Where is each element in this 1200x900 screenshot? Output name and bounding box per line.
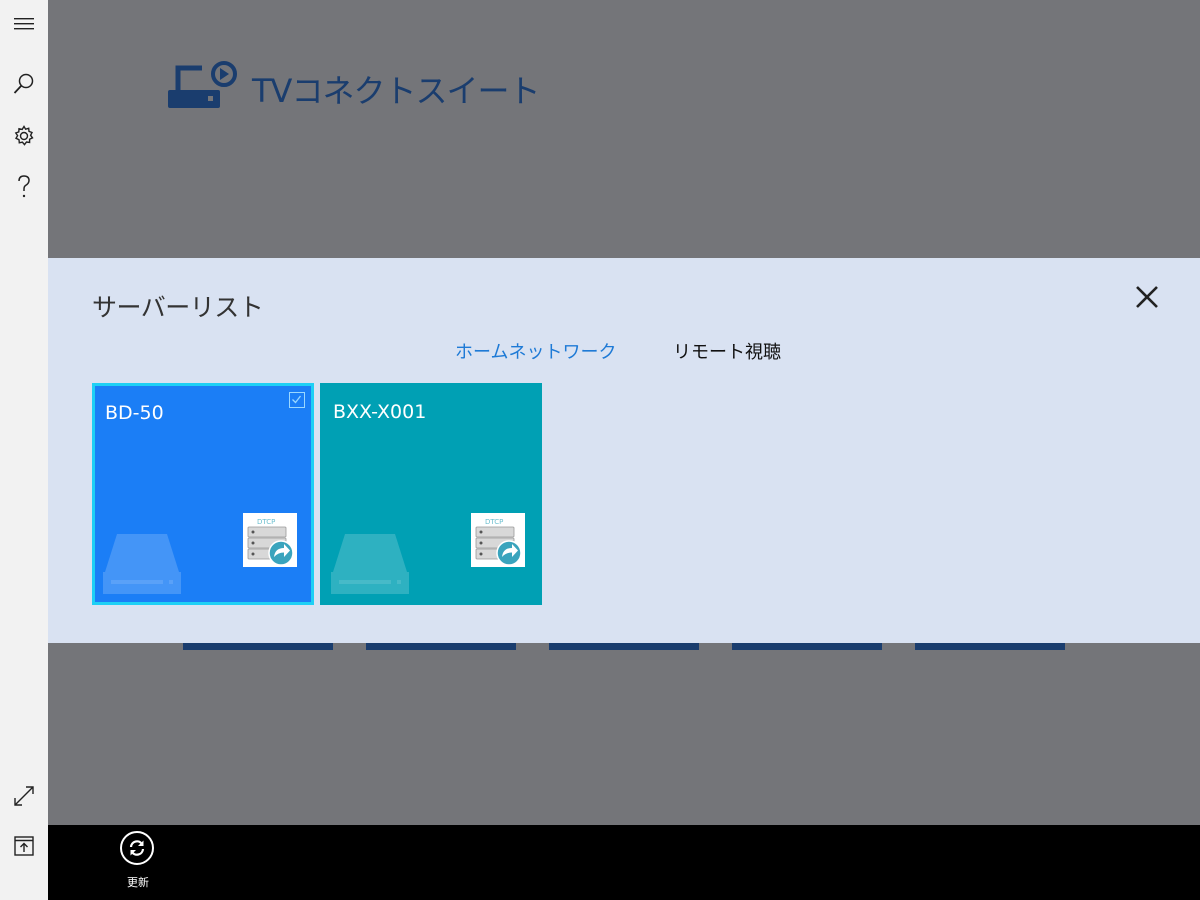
background-tile <box>183 643 333 650</box>
search-button[interactable] <box>0 60 48 108</box>
svg-text:DTCP: DTCP <box>257 518 275 526</box>
dtcp-server-badge: DTCP <box>243 513 297 567</box>
refresh-label: 更新 <box>127 876 149 889</box>
bottom-app-bar: 更新 <box>48 825 1200 900</box>
hard-drive-icon <box>331 534 409 594</box>
background-tiles <box>0 643 1200 651</box>
background-tile <box>549 643 699 650</box>
sidebar <box>0 0 48 900</box>
panel-title: サーバーリスト <box>92 293 264 322</box>
close-button[interactable] <box>1132 282 1162 312</box>
expand-button[interactable] <box>0 772 48 820</box>
server-name: BXX-X001 <box>333 401 427 423</box>
close-icon <box>1136 286 1158 308</box>
hamburger-menu-icon <box>14 18 34 30</box>
tv-connect-logo-icon <box>168 61 237 108</box>
server-name: BD-50 <box>105 402 164 424</box>
tab-home-network[interactable]: ホームネットワーク <box>455 338 616 364</box>
refresh-button[interactable]: 更新 <box>114 831 162 891</box>
gear-icon <box>14 125 34 146</box>
upload-icon <box>14 836 34 856</box>
upload-button[interactable] <box>0 822 48 870</box>
background-tile <box>366 643 516 650</box>
expand-icon <box>14 786 34 806</box>
dtcp-server-badge: DTCP <box>471 513 525 567</box>
svg-text:DTCP: DTCP <box>485 518 503 526</box>
server-list-panel: サーバーリスト ホームネットワーク リモート視聴 BD-50 DTCP BXX-… <box>48 258 1200 643</box>
server-tile-bd-50[interactable]: BD-50 DTCP <box>92 383 314 605</box>
hamburger-menu-button[interactable] <box>0 0 48 48</box>
tab-remote-viewing[interactable]: リモート視聴 <box>673 338 781 364</box>
hard-drive-icon <box>103 534 181 594</box>
app-title: TVコネクトスイート <box>252 72 540 110</box>
help-button[interactable] <box>0 163 48 211</box>
background-tile <box>732 643 882 650</box>
help-icon <box>18 175 30 198</box>
server-tile-bxx-x001[interactable]: BXX-X001 DTCP <box>320 383 542 605</box>
selected-check-icon <box>289 392 305 408</box>
search-icon <box>13 73 34 94</box>
background-tile <box>915 643 1065 650</box>
app-logo <box>168 60 240 114</box>
refresh-icon <box>120 831 154 865</box>
settings-button[interactable] <box>0 112 48 160</box>
